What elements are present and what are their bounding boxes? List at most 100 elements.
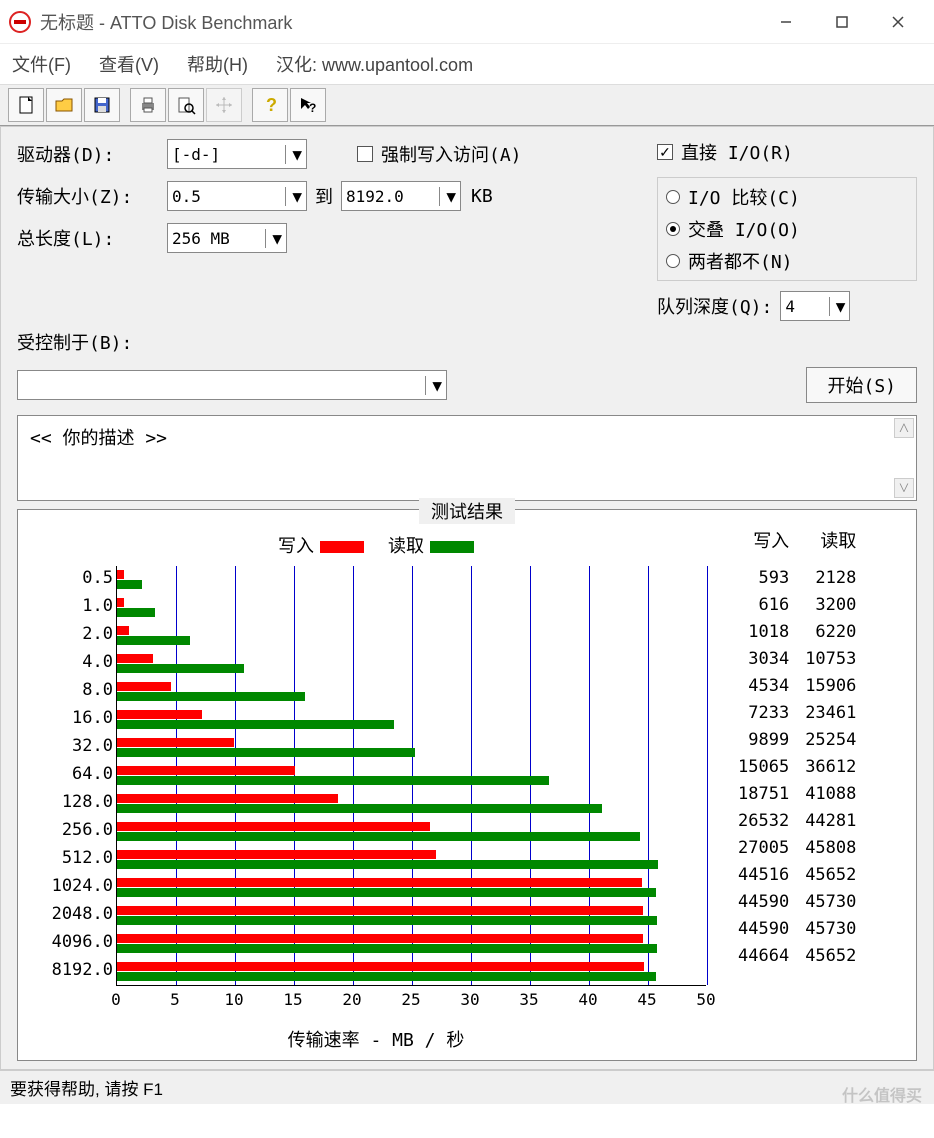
y-tick-label: 16.0: [33, 708, 113, 728]
x-tick-label: 35: [519, 990, 538, 1009]
read-value: 3200: [805, 592, 856, 619]
read-bar: [117, 608, 155, 617]
write-value: 44516: [738, 862, 789, 889]
print-button[interactable]: [130, 88, 166, 122]
x-tick-label: 15: [283, 990, 302, 1009]
minimize-button[interactable]: [758, 2, 814, 42]
read-value: 10753: [805, 646, 856, 673]
read-value: 45730: [805, 889, 856, 916]
transfer-from-select[interactable]: 0.5▼: [167, 181, 307, 211]
scroll-down-icon[interactable]: ˅: [894, 478, 914, 498]
direct-io-checkbox[interactable]: ✓: [657, 144, 673, 160]
neither-label: 两者都不(N): [688, 248, 793, 274]
transfer-to-select[interactable]: 8192.0▼: [341, 181, 461, 211]
legend-write-label: 写入: [278, 536, 314, 557]
read-bar: [117, 720, 394, 729]
y-tick-label: 32.0: [33, 736, 113, 756]
menu-file[interactable]: 文件(F): [12, 51, 71, 77]
read-value: 23461: [805, 700, 856, 727]
write-column-header: 写入: [738, 528, 789, 555]
read-bar: [117, 776, 549, 785]
read-bar: [117, 664, 244, 673]
new-button[interactable]: [8, 88, 44, 122]
controlled-by-label: 受控制于(B):: [17, 329, 132, 355]
description-text: << 你的描述 >>: [30, 428, 167, 449]
direct-io-label: 直接 I/O(R): [681, 139, 793, 165]
read-bar: [117, 748, 415, 757]
save-button[interactable]: [84, 88, 120, 122]
scroll-up-icon[interactable]: ˄: [894, 418, 914, 438]
x-tick-label: 30: [460, 990, 479, 1009]
read-value: 36612: [805, 754, 856, 781]
overlap-io-radio[interactable]: [666, 222, 680, 236]
chart-legend: 写入 读取: [26, 528, 726, 566]
write-bar: [117, 710, 202, 719]
controlled-by-select[interactable]: ▼: [17, 370, 447, 400]
read-value: 2128: [805, 565, 856, 592]
read-column: 读取21283200622010753159062346125254366124…: [805, 528, 856, 1052]
to-label: 到: [315, 183, 333, 209]
transfer-size-label: 传输大小(Z):: [17, 183, 167, 209]
menu-credit: 汉化: www.upantool.com: [276, 51, 473, 77]
close-button[interactable]: [870, 2, 926, 42]
drive-label: 驱动器(D):: [17, 141, 167, 167]
menu-view[interactable]: 查看(V): [99, 51, 159, 77]
title-bar: 无标题 - ATTO Disk Benchmark: [0, 0, 934, 44]
write-value: 3034: [738, 646, 789, 673]
write-value: 27005: [738, 835, 789, 862]
read-value: 6220: [805, 619, 856, 646]
write-bar: [117, 906, 643, 915]
legend-read-label: 读取: [388, 536, 424, 557]
legend-write-swatch: [320, 541, 364, 553]
status-text: 要获得帮助, 请按 F1: [10, 1075, 163, 1100]
neither-radio[interactable]: [666, 254, 680, 268]
force-write-label: 强制写入访问(A): [381, 141, 522, 167]
watermark: 什么值得买: [842, 1082, 922, 1106]
toolbar: ? ?: [0, 84, 934, 126]
kb-label: KB: [471, 186, 493, 207]
write-value: 44590: [738, 916, 789, 943]
overlap-io-label: 交叠 I/O(O): [688, 216, 800, 242]
read-value: 41088: [805, 781, 856, 808]
write-bar: [117, 626, 129, 635]
context-help-button[interactable]: ?: [290, 88, 326, 122]
y-tick-label: 2.0: [33, 624, 113, 644]
write-value: 1018: [738, 619, 789, 646]
read-bar: [117, 888, 656, 897]
read-bar: [117, 860, 658, 869]
write-bar: [117, 654, 153, 663]
drive-select[interactable]: [-d-]▼: [167, 139, 307, 169]
open-button[interactable]: [46, 88, 82, 122]
y-tick-label: 1.0: [33, 596, 113, 616]
write-value: 593: [738, 565, 789, 592]
move-button[interactable]: [206, 88, 242, 122]
start-button[interactable]: 开始(S): [806, 367, 917, 403]
status-bar: 要获得帮助, 请按 F1: [0, 1070, 934, 1104]
write-value: 18751: [738, 781, 789, 808]
y-tick-label: 1024.0: [33, 876, 113, 896]
x-axis-label: 传输速率 - MB / 秒: [26, 1026, 726, 1052]
write-bar: [117, 822, 430, 831]
preview-button[interactable]: [168, 88, 204, 122]
x-tick-label: 20: [342, 990, 361, 1009]
results-group: 测试结果 写入 读取 0.51.02.04.08.016.032.064.012…: [17, 509, 917, 1061]
io-compare-radio[interactable]: [666, 190, 680, 204]
length-select[interactable]: 256 MB▼: [167, 223, 287, 253]
menu-help[interactable]: 帮助(H): [187, 51, 248, 77]
queue-depth-select[interactable]: 4▼: [780, 291, 850, 321]
maximize-button[interactable]: [814, 2, 870, 42]
write-value: 15065: [738, 754, 789, 781]
write-bar: [117, 878, 642, 887]
write-bar: [117, 962, 644, 971]
force-write-checkbox[interactable]: [357, 146, 373, 162]
y-tick-label: 8.0: [33, 680, 113, 700]
svg-text:?: ?: [309, 101, 316, 115]
x-tick-label: 5: [170, 990, 180, 1009]
x-tick-label: 45: [637, 990, 656, 1009]
description-box[interactable]: << 你的描述 >> ˄ ˅: [17, 415, 917, 501]
help-button[interactable]: ?: [252, 88, 288, 122]
menu-bar: 文件(F) 查看(V) 帮助(H) 汉化: www.upantool.com: [0, 44, 934, 84]
read-value: 25254: [805, 727, 856, 754]
read-value: 45652: [805, 943, 856, 970]
read-bar: [117, 692, 305, 701]
